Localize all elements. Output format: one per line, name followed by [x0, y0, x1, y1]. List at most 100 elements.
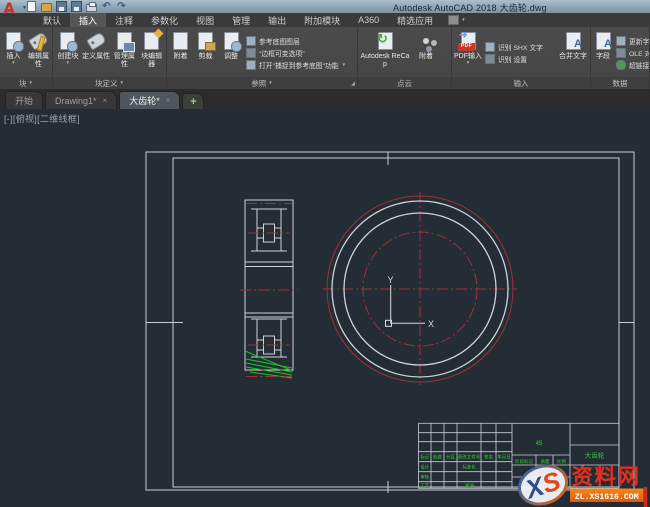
- title-bar: ↶ ↷ Autodesk AutoCAD 2018 大齿轮.dwg: [0, 0, 650, 13]
- ucs-y-label: Y: [388, 275, 394, 285]
- quick-access-toolbar: ↶ ↷: [26, 0, 127, 13]
- panel-data: A 字段 更新字段 OLE 对象 超链接: [591, 27, 650, 89]
- recognition-settings-button[interactable]: 识别 设置: [485, 54, 557, 64]
- file-tab-drawing1[interactable]: Drawing1* ×: [45, 91, 118, 109]
- panel-label-reference[interactable]: 参照 ▼ ◢: [167, 77, 357, 89]
- insert-block-icon: [3, 30, 25, 52]
- gear-hatching: [244, 350, 294, 379]
- tab-annotate[interactable]: 注释: [106, 13, 142, 27]
- underlay-layers-icon: [246, 36, 256, 46]
- recognize-shx-icon: [485, 42, 495, 52]
- autodesk-recap-icon: ↻: [374, 30, 396, 52]
- ole-object-button[interactable]: OLE 对象: [616, 48, 649, 58]
- chevron-down-icon: ▼: [119, 79, 124, 85]
- panel-label-import[interactable]: 输入: [452, 77, 590, 89]
- clip-icon: [195, 30, 217, 52]
- attach-point-cloud-button[interactable]: 附着: [411, 29, 441, 77]
- chevron-down-icon: ▼: [65, 60, 71, 66]
- import-row-buttons: 识别 SHX 文字 识别 设置: [483, 29, 559, 77]
- frames-option-button[interactable]: "边框可变选项": [246, 48, 346, 58]
- tab-parametric[interactable]: 参数化: [142, 13, 187, 27]
- reference-row-buttons: 参考底图图层 "边框可变选项" 打开"捕捉到参考底图"功能 ▼: [244, 29, 348, 77]
- underlay-layers-button[interactable]: 参考底图图层: [246, 36, 346, 46]
- svg-text:质量: 质量: [541, 458, 550, 465]
- ribbon-tab-bar: 默认 插入 注释 参数化 视图 管理 输出 附加模块 A360 精选应用 ▼: [0, 13, 650, 27]
- chevron-down-icon: ▼: [461, 16, 466, 22]
- create-block-button[interactable]: 创建块 ▼: [54, 29, 82, 77]
- tab-default[interactable]: 默认: [34, 13, 70, 27]
- file-tab-gear[interactable]: 大齿轮* ×: [119, 91, 181, 109]
- svg-text:比例: 比例: [557, 458, 566, 465]
- recognize-shx-text-button[interactable]: 识别 SHX 文字: [485, 42, 557, 52]
- chevron-down-icon: ▼: [465, 60, 471, 66]
- part-name-label: 大齿轮: [585, 451, 605, 460]
- frames-option-icon: [246, 48, 256, 58]
- ucs-icon: [385, 285, 425, 327]
- adjust-button[interactable]: 调整: [218, 29, 244, 77]
- drawing-canvas[interactable]: [-][俯视][二维线框] Y X 标记 处数 分区 更改文件号 签名 年月日 …: [0, 109, 650, 507]
- close-icon[interactable]: ×: [166, 96, 171, 105]
- snap-to-underlay-icon: [246, 60, 256, 70]
- file-tab-start[interactable]: 开始: [5, 91, 44, 109]
- chevron-down-icon: ▼: [341, 61, 347, 67]
- pdf-import-button[interactable]: ➜ PDF PDF输入 ▼: [453, 29, 483, 77]
- watermark: XS 资料网 ZL.XS1616.COM: [517, 464, 648, 507]
- app-menu-caret-icon[interactable]: ▼: [22, 5, 27, 11]
- tab-view[interactable]: 视图: [187, 13, 223, 27]
- panel-label-data[interactable]: 数据: [591, 77, 649, 89]
- open-file-icon[interactable]: [41, 1, 52, 12]
- manage-attributes-button[interactable]: 管理属性: [110, 29, 138, 77]
- insert-block-button[interactable]: 插入 ▼: [1, 29, 26, 77]
- material-label: 45: [536, 441, 543, 447]
- hyperlink-globe-icon: [616, 60, 626, 70]
- combine-text-button[interactable]: A 合并文字: [559, 29, 587, 77]
- plot-icon[interactable]: [86, 1, 97, 12]
- viewport-controls[interactable]: [-][俯视][二维线框]: [4, 112, 80, 125]
- field-button[interactable]: A 字段: [592, 29, 614, 77]
- redo-icon[interactable]: ↷: [116, 1, 127, 12]
- edit-attribute-icon: [28, 30, 50, 52]
- tab-insert[interactable]: 插入: [70, 13, 107, 27]
- file-tab-bar: 开始 Drawing1* × 大齿轮* × +: [0, 89, 650, 109]
- panel-block: 插入 ▼ 编辑属性 块 ▼: [0, 27, 53, 89]
- save-icon[interactable]: [56, 1, 67, 12]
- define-attributes-button[interactable]: 定义属性: [82, 29, 111, 77]
- tab-a360[interactable]: A360: [349, 13, 388, 27]
- save-as-icon[interactable]: [71, 1, 82, 12]
- undo-icon[interactable]: ↶: [101, 1, 112, 12]
- new-file-icon[interactable]: [26, 1, 37, 12]
- reference-dialog-launcher-icon[interactable]: ◢: [351, 81, 355, 87]
- snap-to-underlay-button[interactable]: 打开"捕捉到参考底图"功能 ▼: [246, 60, 346, 70]
- hyperlink-button[interactable]: 超链接: [616, 60, 649, 70]
- tab-manage[interactable]: 管理: [223, 13, 259, 27]
- autodesk-recap-button[interactable]: ↻ Autodesk ReCap: [359, 29, 411, 77]
- close-icon[interactable]: ×: [103, 96, 108, 105]
- panel-label-block[interactable]: 块 ▼: [0, 77, 52, 89]
- svg-text:阶段标记: 阶段标记: [515, 458, 533, 465]
- clip-button[interactable]: 剪裁: [193, 29, 218, 77]
- svg-text:设计: 设计: [420, 464, 429, 471]
- manage-attributes-icon: [113, 30, 135, 52]
- data-row-buttons: 更新字段 OLE 对象 超链接: [614, 29, 649, 77]
- chevron-down-icon: ▼: [28, 79, 33, 85]
- svg-text:年月日: 年月日: [497, 454, 511, 461]
- attach-reference-button[interactable]: 附着: [168, 29, 193, 77]
- edit-attribute-button[interactable]: 编辑属性: [26, 29, 51, 77]
- attach-point-cloud-icon: [415, 30, 437, 52]
- block-editor-button[interactable]: 块编辑器: [138, 29, 165, 77]
- svg-text:分区: 分区: [446, 454, 455, 461]
- new-drawing-tab-button[interactable]: +: [182, 93, 205, 109]
- update-field-button[interactable]: 更新字段: [616, 36, 649, 46]
- tab-featured-apps[interactable]: 精选应用: [388, 13, 442, 27]
- panel-label-point-cloud[interactable]: 点云: [358, 77, 451, 89]
- panel-label-block-definition[interactable]: 块定义 ▼: [53, 77, 166, 89]
- tab-output[interactable]: 输出: [259, 13, 295, 27]
- ribbon: 插入 ▼ 编辑属性 块 ▼ 创建块 ▼ 定义属性 管理属性 块编辑器 块定义 ▼…: [0, 27, 650, 89]
- tab-addins[interactable]: 附加模块: [295, 13, 349, 27]
- autocad-app-button[interactable]: A: [3, 0, 15, 17]
- panel-block-definition: 创建块 ▼ 定义属性 管理属性 块编辑器 块定义 ▼: [53, 27, 167, 89]
- sheet-border: [145, 151, 635, 493]
- ribbon-display-options[interactable]: ▼: [448, 13, 466, 27]
- panel-point-cloud: ↻ Autodesk ReCap 附着 点云: [358, 27, 452, 89]
- ucs-x-label: X: [428, 319, 434, 329]
